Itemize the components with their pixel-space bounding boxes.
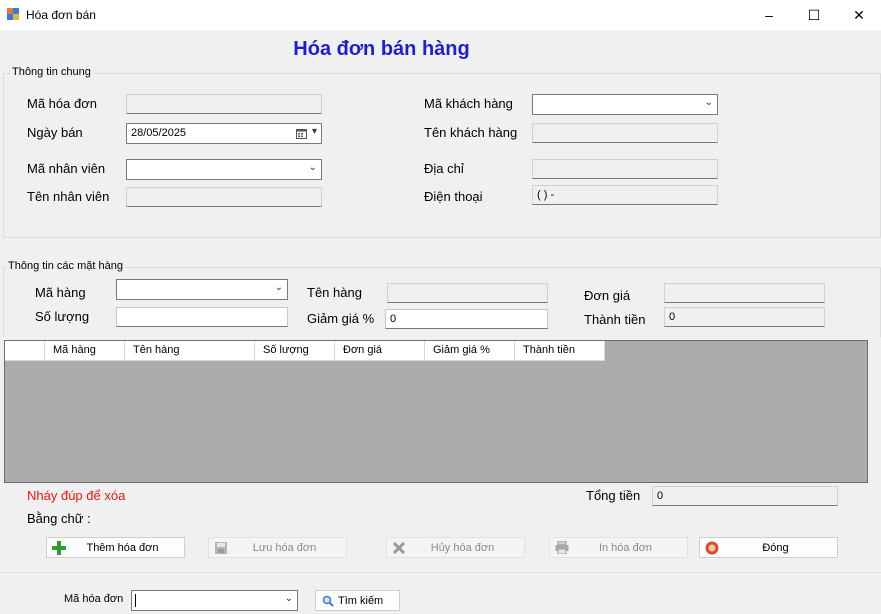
- search-button-label: Tìm kiếm: [338, 594, 384, 607]
- discount-label: Giảm giá %: [307, 311, 375, 326]
- invoice-code-field[interactable]: [126, 94, 322, 114]
- address-label: Địa chỉ: [424, 161, 464, 176]
- items-info-title: Thông tin các mặt hàng: [6, 260, 125, 272]
- close-circle-icon: [704, 540, 720, 556]
- delete-hint: Nháy đúp để xóa: [27, 488, 126, 503]
- customer-code-label: Mã khách hàng: [424, 96, 513, 111]
- printer-icon: [554, 540, 570, 556]
- item-code-label: Mã hàng: [35, 285, 86, 300]
- customer-name-field[interactable]: [532, 123, 718, 143]
- close-label: Đóng: [762, 541, 789, 554]
- footer-divider: [0, 572, 881, 573]
- customer-name-label: Tên khách hàng: [424, 125, 518, 140]
- general-info-title: Thông tin chung: [10, 66, 93, 78]
- magnifier-icon: [320, 593, 336, 609]
- save-invoice-label: Lưu hóa đơn: [252, 541, 317, 554]
- print-invoice-label: In hóa đơn: [598, 541, 653, 554]
- grid-header-unit-price[interactable]: Đơn giá: [335, 341, 425, 361]
- phone-label: Điện thoại: [424, 189, 483, 204]
- unit-price-label: Đơn giá: [584, 288, 631, 303]
- floppy-disk-icon: [213, 540, 229, 556]
- invoice-code-label: Mã hóa đơn: [27, 96, 97, 111]
- employee-code-combo[interactable]: ⌄: [126, 159, 322, 180]
- in-words-label: Bằng chữ :: [27, 511, 91, 526]
- item-name-field[interactable]: [387, 283, 548, 303]
- add-invoice-label: Thêm hóa đơn: [86, 541, 159, 554]
- search-invoice-combo[interactable]: ⌄: [131, 590, 298, 611]
- print-invoice-button[interactable]: In hóa đơn: [549, 537, 688, 558]
- invoice-items-grid[interactable]: Mã hàng Tên hàng Số lượng Đơn giá Giảm g…: [4, 340, 868, 483]
- customer-code-combo[interactable]: ⌄: [532, 94, 718, 115]
- close-window-button[interactable]: ✕: [836, 0, 881, 30]
- calendar-icon[interactable]: [296, 128, 307, 139]
- chevron-down-icon[interactable]: ▾: [312, 126, 317, 137]
- close-button[interactable]: Đóng: [699, 537, 838, 558]
- chevron-down-icon[interactable]: ⌄: [705, 97, 713, 108]
- maximize-button[interactable]: ☐: [791, 0, 837, 30]
- search-invoice-label: Mã hóa đơn: [64, 593, 124, 605]
- grid-header-item-name[interactable]: Tên hàng: [125, 341, 255, 361]
- grid-header: Mã hàng Tên hàng Số lượng Đơn giá Giảm g…: [5, 341, 605, 361]
- grid-header-discount[interactable]: Giảm giá %: [425, 341, 515, 361]
- sale-date-label: Ngày bán: [27, 125, 83, 140]
- item-code-combo[interactable]: ⌄: [116, 279, 288, 300]
- grid-header-quantity[interactable]: Số lượng: [255, 341, 335, 361]
- item-name-label: Tên hàng: [307, 285, 362, 300]
- chevron-down-icon[interactable]: ⌄: [309, 162, 317, 173]
- employee-name-field[interactable]: [126, 187, 322, 207]
- employee-name-label: Tên nhân viên: [27, 189, 110, 204]
- discount-input[interactable]: 0: [385, 309, 548, 329]
- quantity-label: Số lượng: [35, 309, 90, 324]
- total-label: Tổng tiền: [586, 488, 641, 503]
- total-field[interactable]: 0: [652, 486, 838, 506]
- minimize-button[interactable]: –: [746, 0, 792, 30]
- grid-header-item-code[interactable]: Mã hàng: [45, 341, 125, 361]
- employee-code-label: Mã nhân viên: [27, 161, 106, 176]
- window-title: Hóa đơn bán: [26, 8, 96, 22]
- page-title: Hóa đơn bán hàng: [293, 38, 470, 60]
- cancel-invoice-label: Hủy hóa đơn: [430, 541, 495, 554]
- search-button[interactable]: Tìm kiếm: [315, 590, 400, 611]
- amount-label: Thành tiền: [584, 312, 646, 327]
- x-mark-icon: [391, 540, 407, 556]
- sale-date-picker[interactable]: 28/05/2025 ▾: [126, 123, 322, 144]
- phone-field[interactable]: ( ) -: [532, 185, 718, 205]
- grid-row-header-corner: [5, 341, 45, 361]
- plus-icon: [51, 540, 67, 556]
- save-invoice-button[interactable]: Lưu hóa đơn: [208, 537, 347, 558]
- text-cursor: [135, 594, 136, 607]
- add-invoice-button[interactable]: Thêm hóa đơn: [46, 537, 185, 558]
- app-icon: [7, 8, 19, 20]
- grid-header-amount[interactable]: Thành tiền: [515, 341, 605, 361]
- address-field[interactable]: [532, 159, 718, 179]
- sale-date-value: 28/05/2025: [131, 127, 187, 139]
- cancel-invoice-button[interactable]: Hủy hóa đơn: [386, 537, 525, 558]
- chevron-down-icon[interactable]: ⌄: [285, 593, 293, 604]
- chevron-down-icon[interactable]: ⌄: [275, 282, 283, 293]
- quantity-input[interactable]: [116, 307, 288, 327]
- amount-field[interactable]: 0: [664, 307, 825, 327]
- unit-price-field[interactable]: [664, 283, 825, 303]
